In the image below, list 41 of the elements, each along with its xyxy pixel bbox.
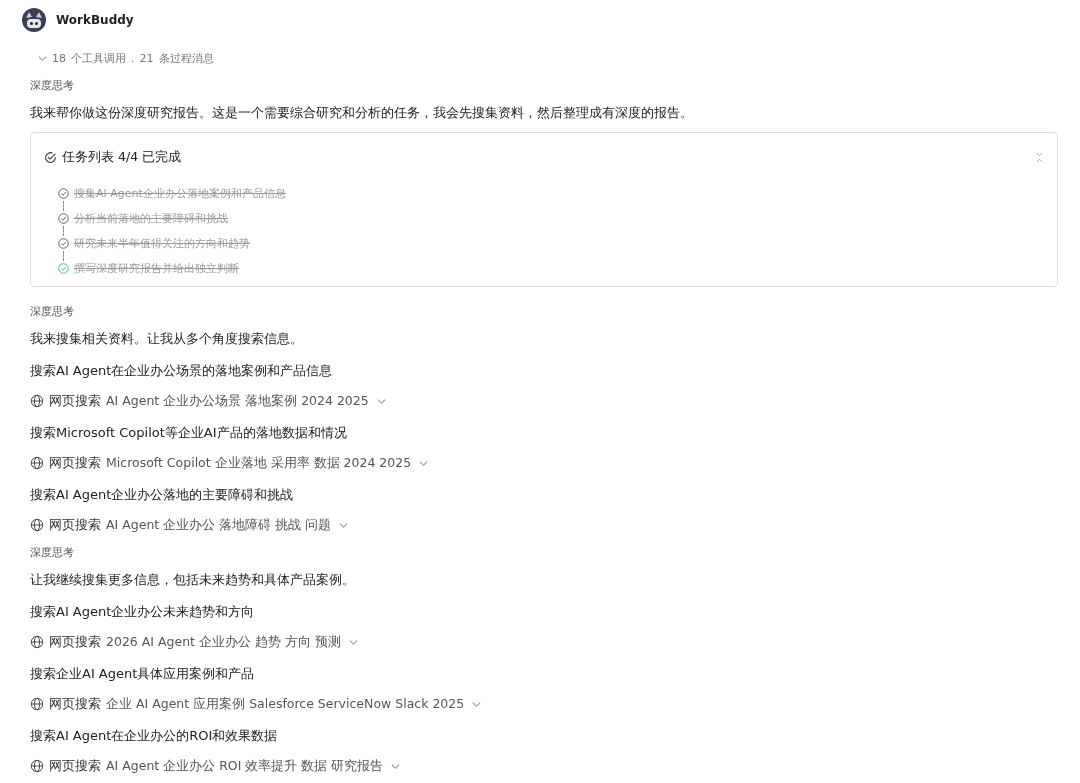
web-search-item[interactable]: 网页搜索 Microsoft Copilot 企业落地 采用率 数据 2024 2025 bbox=[30, 454, 429, 472]
collapse-toggle-icon[interactable] bbox=[1035, 152, 1044, 163]
chevron-down-icon bbox=[419, 458, 429, 468]
web-search-item[interactable]: 网页搜索 AI Agent 企业办公 ROI 效率提升 数据 研究报告 bbox=[30, 757, 401, 775]
chevron-down-icon bbox=[348, 637, 358, 647]
web-search-item[interactable]: 网页搜索 AI Agent 企业办公 落地障碍 挑战 问题 bbox=[30, 516, 349, 534]
message-text: 我来搜集相关资料。让我从多个角度搜索信息。 bbox=[30, 330, 303, 348]
search-step-title: 搜索Microsoft Copilot等企业AI产品的落地数据和情况 bbox=[30, 424, 347, 442]
message-text: 我来帮你做这份深度研究报告。这是一个需要综合研究和分析的任务，我会先搜集资料，然后整理成有深度的报告。 bbox=[30, 104, 693, 122]
search-step-title: 搜索AI Agent企业办公未来趋势和方向 bbox=[30, 603, 255, 621]
thinking-label: 深度思考 bbox=[30, 304, 74, 320]
process-summary-toggle[interactable]: 18 个工具调用 , 21 条过程消息 bbox=[38, 49, 214, 67]
chevron-down-icon bbox=[339, 520, 349, 530]
assistant-name: WorkBuddy bbox=[56, 13, 134, 27]
search-step-title: 搜索AI Agent企业办公落地的主要障碍和挑战 bbox=[30, 486, 294, 504]
thinking-label: 深度思考 bbox=[30, 78, 74, 94]
globe-icon bbox=[30, 635, 44, 649]
chevron-down-icon bbox=[376, 396, 386, 406]
check-circle-icon bbox=[44, 151, 57, 164]
chevron-down-icon bbox=[38, 53, 47, 63]
avatar-icon bbox=[22, 8, 46, 32]
search-step-title: 搜索企业AI Agent具体应用案例和产品 bbox=[30, 665, 255, 683]
web-search-item[interactable]: 网页搜索 2026 AI Agent 企业办公 趋势 方向 预测 bbox=[30, 633, 358, 651]
task-item: 撰写深度研究报告并给出独立判断 bbox=[74, 261, 239, 276]
web-search-item[interactable]: 网页搜索 企业 AI Agent 应用案例 Salesforce ServiceNow Slack 2025 bbox=[30, 695, 482, 713]
globe-icon bbox=[30, 394, 44, 408]
chevron-down-icon bbox=[472, 699, 482, 709]
task-item: 分析当前落地的主要障碍和挑战 bbox=[74, 211, 228, 226]
task-item: 研究未来半年值得关注的方向和趋势 bbox=[74, 236, 250, 251]
globe-icon bbox=[30, 518, 44, 532]
thinking-label: 深度思考 bbox=[30, 545, 74, 561]
chevron-down-icon bbox=[391, 761, 401, 771]
search-step-title: 搜索AI Agent在企业办公的ROI和效果数据 bbox=[30, 727, 278, 745]
message-text: 让我继续搜集更多信息，包括未来趋势和具体产品案例。 bbox=[30, 571, 355, 589]
web-search-item[interactable]: 网页搜索 AI Agent 企业办公场景 落地案例 2024 2025 bbox=[30, 392, 386, 410]
search-step-title: 搜索AI Agent在企业办公场景的落地案例和产品信息 bbox=[30, 362, 333, 380]
task-item: 搜集AI Agent企业办公落地案例和产品信息 bbox=[74, 186, 286, 201]
globe-icon bbox=[30, 759, 44, 773]
task-list-title: 任务列表 4/4 已完成 bbox=[62, 149, 182, 166]
globe-icon bbox=[30, 697, 44, 711]
globe-icon bbox=[30, 456, 44, 470]
